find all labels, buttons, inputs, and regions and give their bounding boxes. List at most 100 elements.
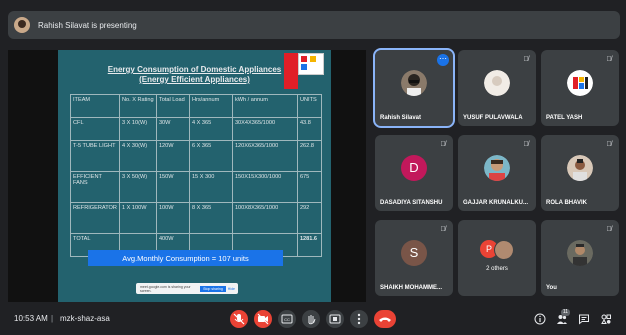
presenter-avatar <box>14 17 30 33</box>
stop-sharing-button[interactable]: Stop sharing <box>200 285 226 292</box>
participant-name: SHAIKH MOHAMME... <box>380 285 442 291</box>
more-options-icon[interactable]: ⋯ <box>437 54 449 66</box>
camera-off-icon <box>257 313 269 325</box>
participant-avatar <box>567 70 593 96</box>
table-row: EFFICIENT FANS 3 X 50(W) 150W 15 X 300 1… <box>70 171 323 203</box>
participant-avatar <box>401 70 427 96</box>
meeting-code: mzk-shaz-asa <box>60 314 110 323</box>
captions-button[interactable]: CC <box>278 310 296 328</box>
table-cell: 100X8X365/1000 <box>231 202 298 234</box>
mic-off-icon: 🎙̸ <box>606 56 612 63</box>
participant-tile-self[interactable]: 🎙̸ You <box>541 220 619 296</box>
mic-off-icon: 🎙̸ <box>440 141 446 148</box>
table-cell: 262.8 <box>296 140 323 172</box>
table-cell: 1 X 100W <box>118 202 157 234</box>
others-avatar-photo <box>494 240 514 260</box>
table-cell: 4 X 30(W) <box>118 140 157 172</box>
table-cell: 100W <box>155 202 190 234</box>
mic-off-icon: 🎙̸ <box>523 56 529 63</box>
participant-name: GAJJAR KRUNALKU... <box>463 200 529 206</box>
presenter-bar: Rahish Silavat is presenting <box>8 11 620 39</box>
participant-tile[interactable]: ⋯ Rahish Silavat <box>373 48 455 128</box>
phone-hangup-icon <box>379 317 391 322</box>
table-cell: T-5 TUBE LIGHT <box>70 140 120 172</box>
table-cell: 3 X 50(W) <box>118 171 157 203</box>
participant-avatar <box>567 240 593 266</box>
control-bar: 10:53 AM | mzk-shaz-asa CC 11 <box>0 305 626 333</box>
mic-off-icon: 🎙̸ <box>606 141 612 148</box>
participant-tile[interactable]: 🎙̸ GAJJAR KRUNALKU... <box>458 135 536 211</box>
table-header-row: ITEAM No. X Rating Total Load Hrs/annum … <box>70 94 323 118</box>
present-icon <box>329 314 341 324</box>
presentation-slide: Energy Consumption of Domestic Appliance… <box>58 50 331 302</box>
participant-avatar <box>484 155 510 181</box>
participant-name: DASADIYA SITANSHU <box>380 200 443 206</box>
participant-tile[interactable]: 🎙̸ D DASADIYA SITANSHU <box>375 135 453 211</box>
mic-off-icon: 🎙̸ <box>523 141 529 148</box>
present-button[interactable] <box>326 310 344 328</box>
table-header: UNITS <box>296 94 323 118</box>
participant-tile[interactable]: 🎙̸ PATEL YASH <box>541 50 619 126</box>
chat-icon[interactable] <box>578 313 590 325</box>
activities-icon[interactable] <box>600 313 612 325</box>
participant-avatar <box>567 155 593 181</box>
participant-tile[interactable]: 🎙̸ S SHAIKH MOHAMME... <box>375 220 453 296</box>
table-cell: 30X4X365/1000 <box>231 117 298 141</box>
camera-toggle-button[interactable] <box>254 310 272 328</box>
more-options-button[interactable] <box>350 310 368 328</box>
share-notice-text: meet.google.com is sharing your screen. <box>140 284 191 293</box>
participant-tile[interactable]: 🎙̸ ROLA BHAVIK <box>541 135 619 211</box>
table-header: Total Load <box>155 94 190 118</box>
table-cell: 292 <box>296 202 323 234</box>
screen-share-notice: meet.google.com is sharing your screen. … <box>136 283 238 294</box>
participant-name: PATEL YASH <box>546 115 583 121</box>
people-count-badge: 11 <box>561 309 570 316</box>
table-cell: CFL <box>70 117 120 141</box>
presenter-text: Rahish Silavat is presenting <box>38 20 137 30</box>
table-cell: 4 X 365 <box>188 117 233 141</box>
table-cell: REFRIGERATOR <box>70 202 120 234</box>
table-cell: EFFICIENT FANS <box>70 171 120 203</box>
table-cell: 8 X 365 <box>188 202 233 234</box>
table-header: kWh / annum <box>231 94 298 118</box>
table-cell: 120X6X365/1000 <box>231 140 298 172</box>
hand-icon <box>308 315 316 325</box>
table-row: CFL 3 X 10(W) 30W 4 X 365 30X4X365/1000 … <box>70 117 323 141</box>
table-cell: 150W <box>155 171 190 203</box>
average-consumption-banner: Avg.Monthly Consumption = 107 units <box>88 250 283 266</box>
energy-table: ITEAM No. X Rating Total Load Hrs/annum … <box>70 94 323 257</box>
table-cell: 6 X 365 <box>188 140 233 172</box>
mic-off-icon <box>233 313 245 325</box>
table-cell: 150X15X300/1000 <box>231 171 298 203</box>
separator: | <box>51 314 54 323</box>
participant-avatar-letter: D <box>401 155 427 181</box>
mic-off-icon: 🎙̸ <box>606 226 612 233</box>
raise-hand-button[interactable] <box>302 310 320 328</box>
captions-icon: CC <box>281 314 293 324</box>
table-cell: 675 <box>296 171 323 203</box>
participant-name: Rahish Silavat <box>380 115 422 121</box>
hide-button[interactable]: Hide <box>228 287 235 291</box>
participant-tile-others[interactable]: P 2 others <box>458 220 536 296</box>
table-cell: 120W <box>155 140 190 172</box>
others-label: 2 others <box>486 266 508 272</box>
table-cell: 30W <box>155 117 190 141</box>
logo-image <box>284 53 324 89</box>
mic-toggle-button[interactable] <box>230 310 248 328</box>
mic-off-icon: 🎙̸ <box>440 226 446 233</box>
info-icon[interactable] <box>534 313 546 325</box>
others-avatars: P <box>480 240 520 260</box>
shared-screen[interactable]: Energy Consumption of Domestic Appliance… <box>8 50 366 302</box>
participant-avatar-letter: S <box>401 240 427 266</box>
participant-tile[interactable]: 🎙̸ YUSUF PULAVWALA <box>458 50 536 126</box>
table-header: ITEAM <box>70 94 120 118</box>
svg-text:CC: CC <box>284 317 290 322</box>
end-call-button[interactable] <box>374 310 396 328</box>
table-header: No. X Rating <box>118 94 157 118</box>
participant-name: ROLA BHAVIK <box>546 200 587 206</box>
more-vert-icon <box>357 313 361 325</box>
table-cell: 3 X 10(W) <box>118 117 157 141</box>
participant-name: YUSUF PULAVWALA <box>463 115 523 121</box>
table-cell: 43.8 <box>296 117 323 141</box>
table-header: Hrs/annum <box>188 94 233 118</box>
